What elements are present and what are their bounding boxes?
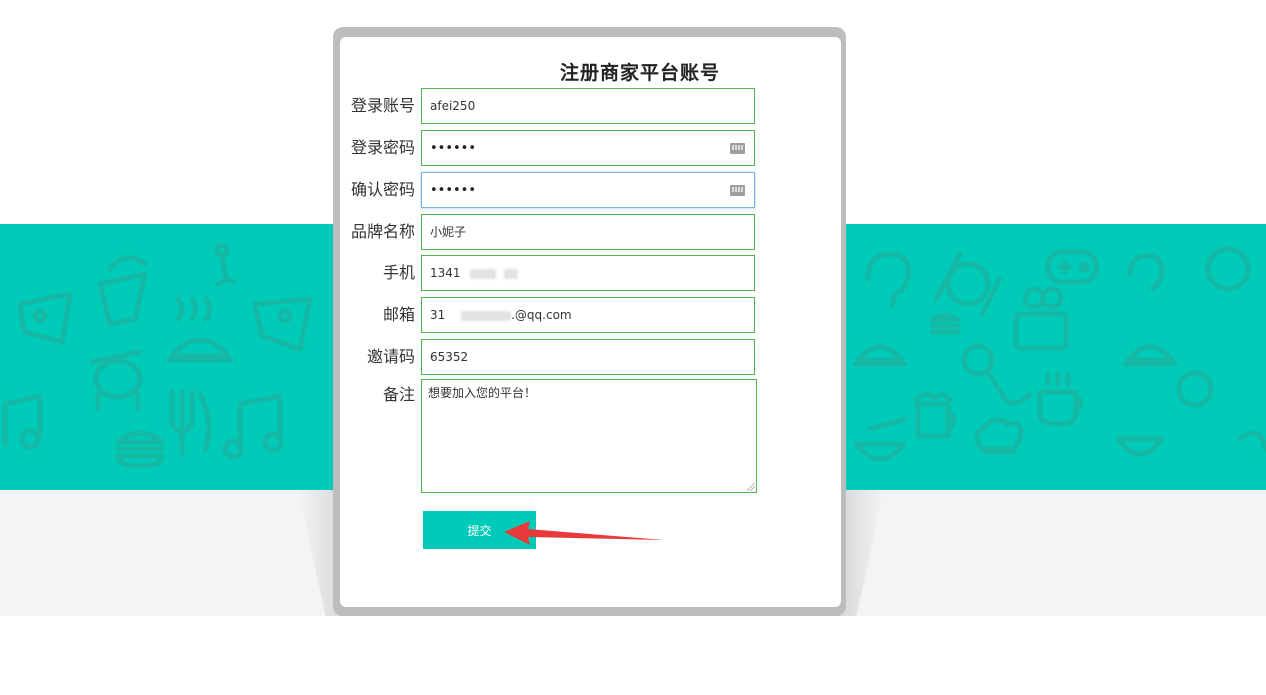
beer-icon (913, 392, 957, 439)
email-input[interactable]: 31 .@qq.com (421, 297, 755, 333)
golf-icon (214, 242, 237, 287)
remarks-textarea[interactable]: 想要加入您的平台！ (421, 379, 757, 493)
login-account-input[interactable]: afei250 (421, 88, 755, 124)
camera-icon (1013, 286, 1069, 351)
cloche-icon (165, 337, 235, 363)
red-arrow-icon (504, 521, 664, 545)
phone-input[interactable]: 1341 (421, 255, 755, 291)
burger-icon (929, 312, 961, 335)
brand-name-input[interactable]: 小妮子 (421, 214, 755, 250)
confirm-password-label: 确认密码 (350, 180, 415, 199)
remarks-label: 备注 (382, 385, 415, 404)
login-password-value: •••••• (430, 141, 477, 156)
plate-icon (933, 251, 1003, 317)
login-account-label: 登录账号 (350, 96, 415, 115)
keyboard-icon[interactable] (730, 143, 745, 154)
resize-grip-icon[interactable] (747, 483, 755, 491)
gamepad-icon (1045, 249, 1099, 285)
bowl-icon (1115, 436, 1165, 457)
ear-icon (1127, 253, 1165, 291)
steam-icon (175, 296, 212, 322)
cutlery-icon (169, 389, 212, 457)
cloche-icon (1122, 344, 1178, 367)
email-value-prefix: 31 (430, 308, 446, 322)
microphone-icon (961, 343, 1033, 406)
chef-hat-icon (974, 417, 1024, 455)
music-note-icon (222, 393, 284, 460)
email-value-suffix: .@qq.com (511, 308, 572, 322)
cheese-icon (17, 291, 73, 345)
ear-icon (865, 251, 911, 309)
cupcake-icon (97, 255, 148, 327)
login-account-value: afei250 (430, 99, 476, 113)
brand-name-label: 品牌名称 (350, 222, 415, 241)
phone-value: 1341 (430, 266, 461, 280)
login-password-input[interactable]: •••••• (421, 130, 755, 166)
invite-code-value: 65352 (430, 350, 469, 364)
cheese-icon (252, 296, 313, 352)
confirm-password-input[interactable]: •••••• (421, 172, 755, 208)
drum-icon (89, 349, 143, 412)
email-label: 邮箱 (382, 305, 415, 324)
circle-icon (1176, 370, 1214, 408)
circle-icon (1205, 246, 1251, 292)
confirm-password-value: •••••• (430, 183, 477, 198)
login-password-label: 登录密码 (350, 138, 415, 157)
redacted-patch (461, 310, 512, 321)
bowl-icon (853, 416, 908, 462)
invite-code-input[interactable]: 65352 (421, 339, 755, 375)
invite-code-label: 邀请码 (366, 347, 415, 366)
brand-name-value: 小妮子 (430, 225, 467, 239)
keyboard-icon[interactable] (730, 185, 745, 196)
redacted-patch (504, 268, 519, 279)
music-note-icon (2, 393, 43, 450)
remarks-value: 想要加入您的平台！ (428, 386, 537, 400)
cloche-icon (852, 344, 908, 367)
phone-label: 手机 (382, 263, 415, 282)
redacted-patch (470, 268, 497, 279)
leaf-icon (1237, 430, 1266, 452)
burger-icon (115, 430, 165, 469)
form-title: 注册商家平台账号 (559, 62, 720, 84)
coffee-cup-icon (1037, 371, 1084, 427)
